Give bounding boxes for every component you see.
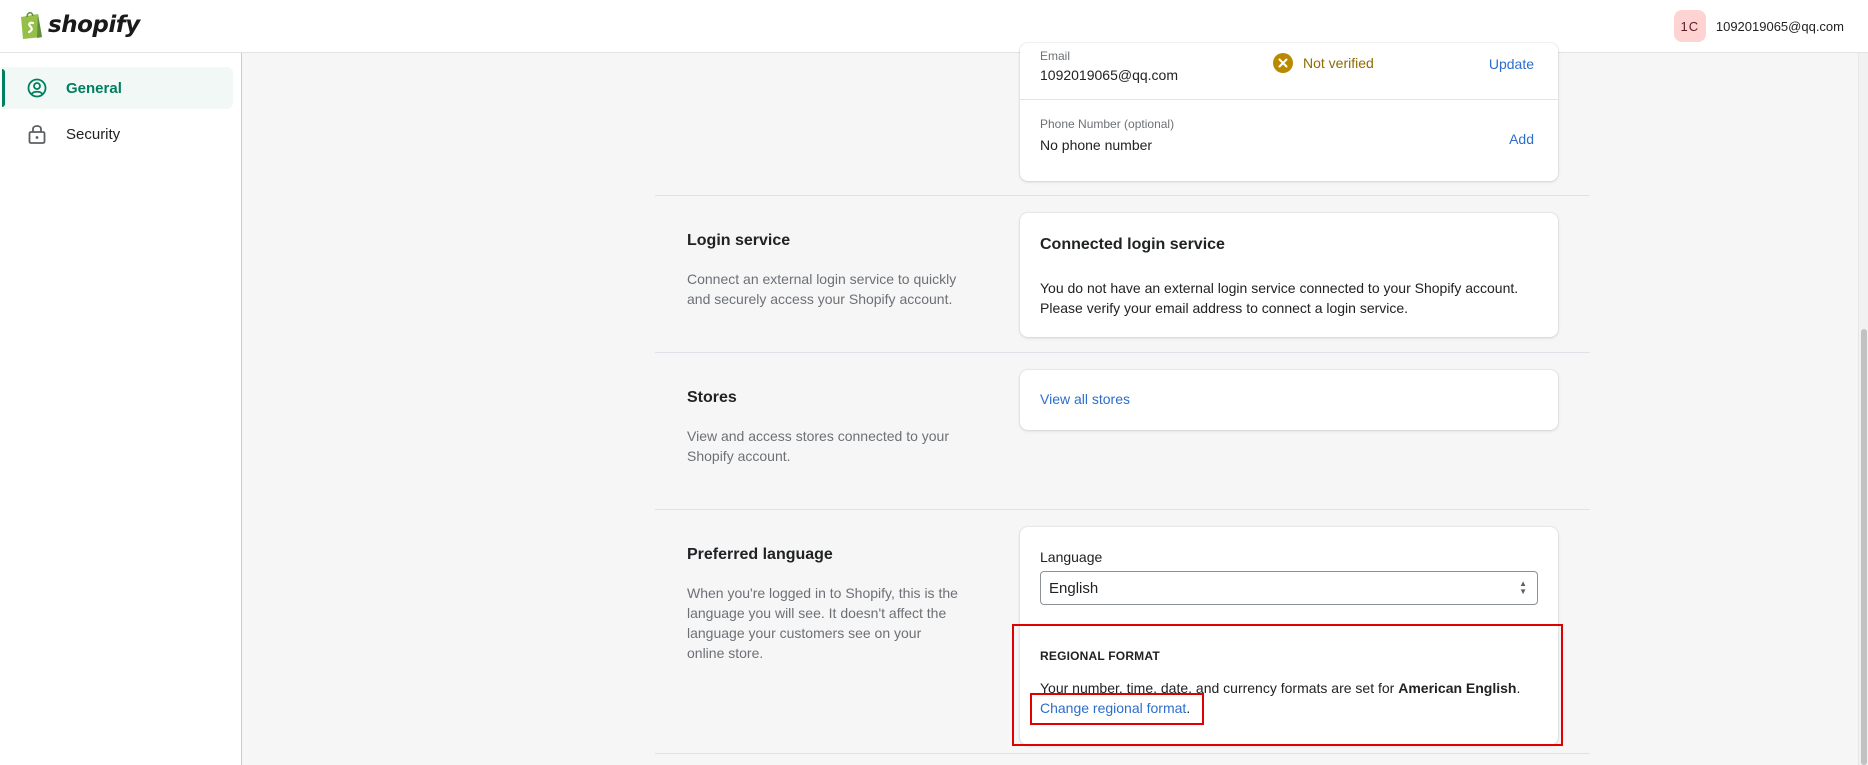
avatar[interactable]: 1C <box>1673 10 1706 42</box>
card-title: Connected login service <box>1040 236 1225 253</box>
email-status-text: Not verified <box>1303 55 1374 71</box>
sidebar-item-label: Security <box>66 125 121 143</box>
email-update-link[interactable]: Update <box>1489 56 1534 72</box>
user-circle-icon <box>26 77 48 99</box>
user-menu[interactable]: 1C 1092019065@qq.com <box>1673 10 1844 42</box>
email-status: Not verified <box>1273 53 1374 73</box>
section-title: Preferred language <box>687 546 833 563</box>
language-select-value: English <box>1049 579 1099 597</box>
email-value: 1092019065@qq.com <box>1040 67 1178 83</box>
page-scrollbar[interactable] <box>1858 53 1868 765</box>
section-description: View and access stores connected to your… <box>687 428 950 464</box>
stores-card: View all stores <box>1020 370 1558 430</box>
highlight-box-regional <box>1012 624 1563 746</box>
top-bar: shopify 1C 1092019065@qq.com <box>0 0 1868 53</box>
section-description: When you're logged in to Shopify, this i… <box>687 585 958 661</box>
lock-icon <box>26 123 48 145</box>
logo-text: shopify <box>48 12 140 38</box>
warning-x-icon <box>1273 53 1293 73</box>
section-description: Connect an external login service to qui… <box>687 271 957 307</box>
select-arrows-icon: ▲ ▼ <box>1519 579 1527 596</box>
shopify-logo[interactable]: shopify <box>18 10 140 40</box>
section-title: Stores <box>687 389 737 406</box>
sidebar: General Security <box>0 53 242 765</box>
highlight-box-link <box>1030 693 1204 725</box>
contact-card: Email 1092019065@qq.com Not verified Upd… <box>1020 43 1558 181</box>
email-label: Email <box>1040 49 1071 63</box>
card-text: You do not have an external login servic… <box>1040 280 1519 316</box>
section-title: Login service <box>687 232 791 249</box>
phone-label: Phone Number (optional) <box>1040 117 1175 131</box>
user-email[interactable]: 1092019065@qq.com <box>1716 19 1844 34</box>
scrollbar-thumb[interactable] <box>1861 329 1867 765</box>
sidebar-item-security[interactable]: Security <box>2 113 233 155</box>
contact-section: Email 1092019065@qq.com Not verified Upd… <box>655 43 1590 196</box>
phone-add-link[interactable]: Add <box>1509 131 1534 147</box>
sidebar-item-general[interactable]: General <box>2 67 233 109</box>
language-label: Language <box>1040 549 1103 565</box>
divider <box>1020 99 1558 100</box>
login-service-section: Login service Connect an external login … <box>655 196 1590 353</box>
view-all-stores-link[interactable]: View all stores <box>1040 391 1130 407</box>
shopify-bag-icon <box>21 11 42 39</box>
sidebar-item-label: General <box>66 79 122 97</box>
phone-value: No phone number <box>1040 137 1153 153</box>
login-service-card: Connected login service You do not have … <box>1020 213 1558 337</box>
stores-section: Stores View and access stores connected … <box>655 353 1590 510</box>
language-select[interactable]: English ▲ ▼ <box>1040 571 1538 605</box>
